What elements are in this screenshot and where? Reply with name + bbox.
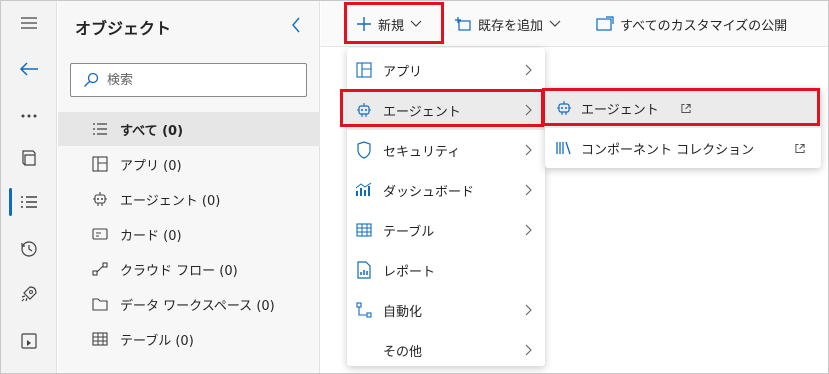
chevron-right-icon <box>525 143 535 157</box>
menu-item-label: レポート <box>383 264 436 280</box>
dashboard-icon <box>355 181 373 199</box>
external-link-icon <box>795 141 805 155</box>
objects-button[interactable] <box>1 182 57 222</box>
objects-panel: オブジェクト すべて (0) アプリ (0) エージェント (0) カード (0… <box>58 1 320 373</box>
search-icon <box>84 72 99 87</box>
shield-icon <box>355 141 373 159</box>
deploy-button[interactable] <box>1 274 57 314</box>
object-item-label: カード (0) <box>120 228 182 244</box>
menu-item-app[interactable]: アプリ <box>347 50 545 90</box>
panel-title: オブジェクト <box>75 19 172 38</box>
hamburger-icon <box>21 17 37 29</box>
menu-item-report[interactable]: レポート <box>347 250 545 290</box>
menu-item-label: その他 <box>383 344 423 360</box>
pipelines-button[interactable] <box>1 321 57 361</box>
object-item-label: テーブル (0) <box>120 333 194 349</box>
object-item-all[interactable]: すべて (0) <box>58 112 320 146</box>
overview-button[interactable] <box>1 138 57 178</box>
menu-item-label: セキュリティ <box>383 144 461 160</box>
history-icon <box>21 241 37 257</box>
submenu-item-component-collection[interactable]: コンポーネント コレクション <box>545 128 821 168</box>
menu-item-security[interactable]: セキュリティ <box>347 130 545 170</box>
back-arrow-icon <box>19 62 38 76</box>
menu-item-label: アプリ <box>383 64 423 80</box>
history-button[interactable] <box>1 229 57 269</box>
add-existing-icon <box>455 17 471 31</box>
card-icon <box>92 226 108 242</box>
agent-icon <box>92 191 108 207</box>
object-item-label: すべて (0) <box>120 123 184 139</box>
object-item-cloud-flows[interactable]: クラウド フロー (0) <box>58 252 320 286</box>
object-item-data-workspace[interactable]: データ ワークスペース (0) <box>58 287 320 321</box>
search-input[interactable] <box>107 72 287 88</box>
menu-item-automation[interactable]: 自動化 <box>347 290 545 330</box>
agent-menu-highlight <box>340 89 544 127</box>
app-icon <box>92 156 108 172</box>
book-icon <box>22 150 36 166</box>
chevron-right-icon <box>525 223 535 237</box>
new-button-highlight <box>344 2 444 44</box>
menu-item-other[interactable]: その他 <box>347 330 545 370</box>
more-button[interactable] <box>1 96 57 136</box>
menu-item-label: テーブル <box>383 224 435 240</box>
publish-all-button[interactable]: すべてのカスタマイズの公開 <box>590 8 793 40</box>
add-existing-label: 既存を追加 <box>478 18 544 34</box>
object-item-agents[interactable]: エージェント (0) <box>58 182 320 216</box>
chevron-right-icon <box>525 63 535 77</box>
object-item-tables[interactable]: テーブル (0) <box>58 322 320 356</box>
object-item-label: アプリ (0) <box>120 158 182 174</box>
chevron-right-icon <box>525 183 535 197</box>
menu-item-label: 自動化 <box>383 304 423 320</box>
report-icon <box>355 261 373 279</box>
more-icon <box>21 114 37 118</box>
collapse-panel-button[interactable] <box>286 13 306 37</box>
chevron-right-icon <box>525 303 535 317</box>
chevron-right-icon <box>525 343 535 357</box>
list-icon <box>92 121 108 137</box>
publish-icon <box>596 16 614 31</box>
add-existing-button[interactable]: 既存を追加 <box>448 8 567 40</box>
left-rail <box>1 1 57 373</box>
automation-icon <box>355 301 373 319</box>
search-box[interactable] <box>70 63 307 97</box>
menu-item-dashboard[interactable]: ダッシュボード <box>347 170 545 210</box>
hamburger-menu-button[interactable] <box>1 3 57 43</box>
folder-icon <box>92 296 108 312</box>
chevron-left-icon <box>292 17 300 33</box>
objects-list-icon <box>21 196 37 208</box>
table-icon <box>92 331 108 347</box>
rocket-icon <box>21 286 37 302</box>
submenu-item-label: コンポーネント コレクション <box>581 142 755 158</box>
menu-item-label: ダッシュボード <box>383 184 475 200</box>
flow-icon <box>92 261 108 277</box>
app-icon <box>355 61 373 79</box>
pipeline-icon <box>21 333 37 349</box>
agent-submenu-highlight <box>542 88 820 126</box>
library-icon <box>555 139 573 157</box>
object-item-cards[interactable]: カード (0) <box>58 217 320 251</box>
back-button[interactable] <box>1 49 57 89</box>
publish-all-label: すべてのカスタマイズの公開 <box>620 18 788 34</box>
menu-item-table[interactable]: テーブル <box>347 210 545 250</box>
object-item-label: クラウド フロー (0) <box>120 263 238 279</box>
object-item-label: データ ワークスペース (0) <box>120 298 275 314</box>
chevron-down-icon <box>549 20 561 27</box>
table-icon <box>355 221 373 239</box>
object-item-apps[interactable]: アプリ (0) <box>58 147 320 181</box>
object-item-label: エージェント (0) <box>120 193 221 209</box>
